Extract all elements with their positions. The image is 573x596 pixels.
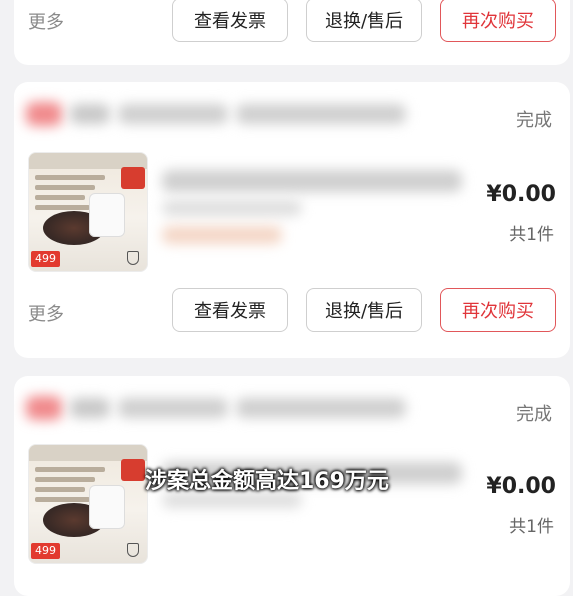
shop-name-blurred[interactable]: [26, 396, 406, 420]
more-link[interactable]: 更多: [28, 8, 64, 34]
order-card: 完成 499 ¥0.00 共1件 更多 查看发票 退换/售后 再次购买: [14, 82, 570, 358]
item-count: 共1件: [509, 225, 554, 245]
return-service-button[interactable]: 退换/售后: [306, 0, 422, 42]
shield-icon: [127, 543, 139, 557]
rebuy-button[interactable]: 再次购买: [440, 288, 556, 332]
order-amount: ¥0.00: [486, 182, 556, 207]
overlay-caption: 涉案总金额高达169万元: [145, 469, 389, 494]
view-invoice-button[interactable]: 查看发票: [172, 288, 288, 332]
return-service-button[interactable]: 退换/售后: [306, 288, 422, 332]
view-invoice-button[interactable]: 查看发票: [172, 0, 288, 42]
rank-badge: [121, 459, 145, 481]
thumb-price-tag: 499: [31, 543, 60, 559]
product-title-blurred[interactable]: [162, 170, 462, 244]
order-amount: ¥0.00: [486, 474, 556, 499]
shop-name-blurred[interactable]: [26, 102, 406, 126]
rebuy-button[interactable]: 再次购买: [440, 0, 556, 42]
product-thumbnail[interactable]: 499: [28, 152, 148, 272]
more-link[interactable]: 更多: [28, 300, 64, 326]
shield-icon: [127, 251, 139, 265]
thumb-price-tag: 499: [31, 251, 60, 267]
rank-badge: [121, 167, 145, 189]
order-status: 完成: [516, 110, 552, 131]
product-thumbnail[interactable]: 499: [28, 444, 148, 564]
order-status: 完成: [516, 404, 552, 425]
order-card: 更多 查看发票 退换/售后 再次购买: [14, 0, 570, 65]
item-count: 共1件: [509, 517, 554, 537]
